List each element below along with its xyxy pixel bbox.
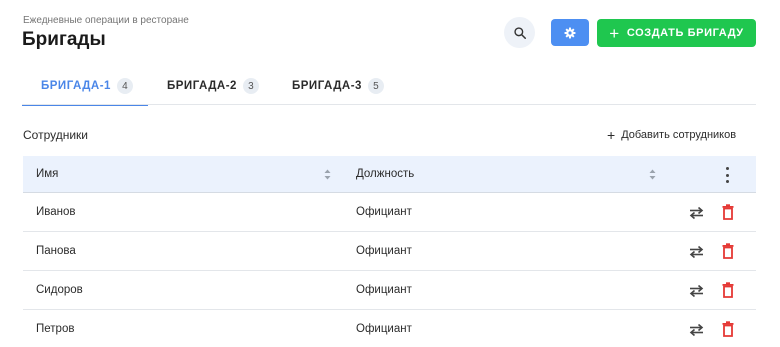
employee-position: Официант [356,206,412,218]
tab-brigade-2[interactable]: БРИГАДА-2 3 [148,68,273,104]
employee-name: Иванов [36,206,76,218]
tab-label: БРИГАДА-3 [292,80,362,92]
employee-position: Официант [356,284,412,296]
trash-icon[interactable] [722,243,734,259]
create-brigade-label: СОЗДАТЬ БРИГАДУ [626,27,744,39]
tabs-divider [22,104,756,105]
plus-icon: + [609,23,620,43]
add-employees-label: Добавить сотрудников [621,129,737,141]
settings-button[interactable] [551,19,589,46]
swap-icon[interactable] [689,245,704,259]
tab-brigade-3[interactable]: БРИГАДА-3 5 [273,68,413,104]
employee-position: Официант [356,323,412,335]
table-row: Сидоров Официант [23,272,756,310]
tab-count-badge: 4 [116,78,133,94]
trash-icon[interactable] [722,282,734,298]
page-title: Бригады [22,29,106,50]
swap-icon[interactable] [689,284,704,298]
trash-icon[interactable] [722,321,734,337]
brigade-tabs: БРИГАДА-1 4 БРИГАДА-2 3 БРИГАДА-3 5 [22,68,413,106]
sort-icon[interactable] [324,169,331,180]
tab-count-badge: 3 [242,78,259,94]
employee-position: Официант [356,245,412,257]
more-vertical-icon[interactable] [722,167,732,183]
plus-icon: + [607,127,616,143]
employee-name: Панова [36,245,76,257]
sort-icon[interactable] [649,169,656,180]
tab-brigade-1[interactable]: БРИГАДА-1 4 [22,68,148,106]
create-brigade-button[interactable]: + СОЗДАТЬ БРИГАДУ [597,19,756,47]
table-row: Петров Официант [23,311,756,347]
column-header-position: Должность [356,168,415,180]
settings-icon [564,27,576,38]
tab-label: БРИГАДА-1 [41,80,111,92]
table-row: Панова Официант [23,233,756,271]
add-employees-button[interactable]: + Добавить сотрудников [607,128,736,142]
tab-count-badge: 5 [367,78,384,94]
table-row: Иванов Официант [23,194,756,232]
page-subtitle: Ежедневные операции в ресторане [23,15,189,26]
swap-icon[interactable] [689,323,704,337]
tab-label: БРИГАДА-2 [167,80,237,92]
employee-name: Петров [36,323,75,335]
employee-name: Сидоров [36,284,83,296]
section-title: Сотрудники [23,128,88,142]
search-button[interactable] [504,17,535,48]
column-header-name: Имя [36,168,59,180]
swap-icon[interactable] [689,206,704,220]
trash-icon[interactable] [722,204,734,220]
search-icon [513,26,526,39]
table-header: Имя Должность [23,156,756,193]
